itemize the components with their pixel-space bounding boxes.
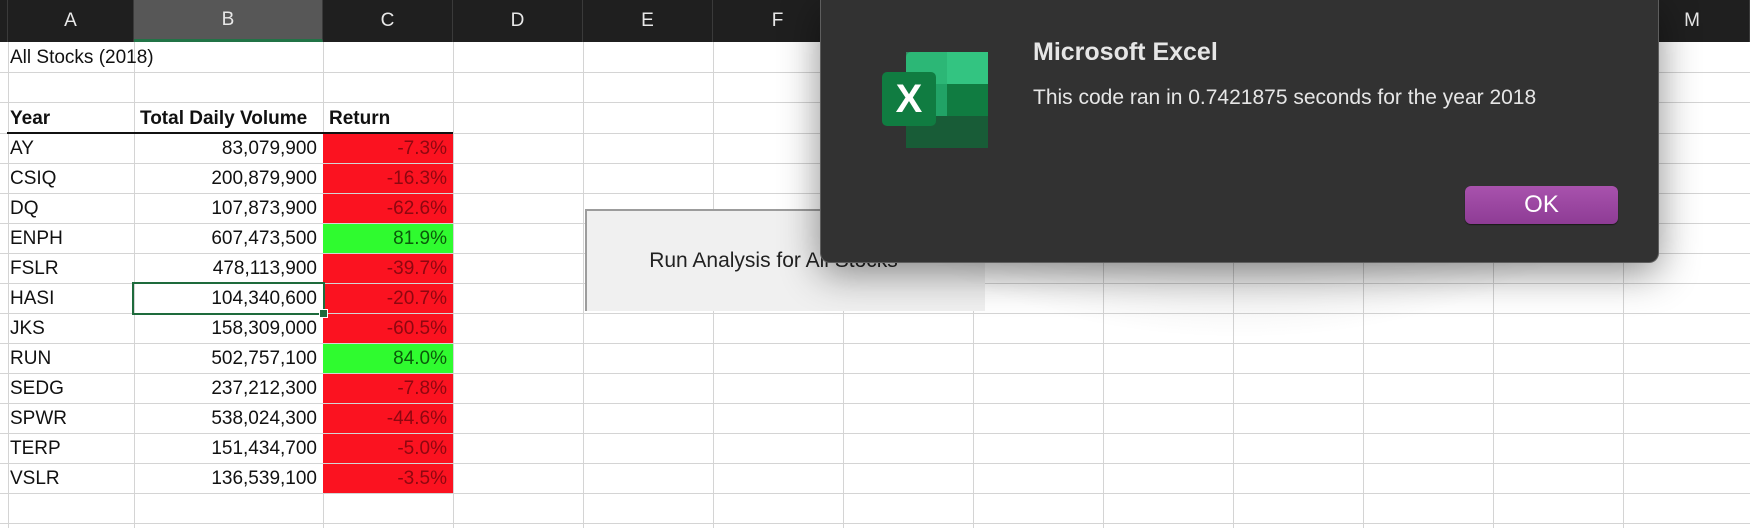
column-header-e[interactable]: E [583, 0, 713, 42]
ok-button[interactable]: OK [1465, 186, 1618, 224]
column-header-row-corner [0, 0, 8, 42]
ticker-cell[interactable]: ENPH [4, 224, 134, 253]
return-cell[interactable]: -3.5% [323, 464, 453, 493]
return-cell[interactable]: -7.8% [323, 374, 453, 403]
volume-cell[interactable]: 158,309,000 [134, 314, 323, 343]
column-header-b[interactable]: B [134, 0, 323, 42]
grid-line [0, 493, 1750, 494]
ticker-cell[interactable]: CSIQ [4, 164, 134, 193]
volume-cell[interactable]: 478,113,900 [134, 254, 323, 283]
column-header-e-label: E [641, 10, 654, 31]
return-cell[interactable]: -16.3% [323, 164, 453, 193]
header-cell-volume[interactable]: Total Daily Volume [134, 104, 323, 133]
column-header-c-label: C [380, 10, 395, 31]
sheet-title-cell[interactable]: All Stocks (2018) [4, 43, 304, 72]
ticker-cell[interactable]: FSLR [4, 254, 134, 283]
ticker-cell[interactable]: SEDG [4, 374, 134, 403]
column-header-a[interactable]: A [8, 0, 134, 42]
volume-cell[interactable]: 502,757,100 [134, 344, 323, 373]
column-header-m-label: M [1684, 10, 1700, 31]
alert-dialog: X Microsoft Excel This code ran in 0.742… [820, 0, 1659, 263]
dialog-message: This code ran in 0.7421875 seconds for t… [1033, 86, 1537, 109]
header-cell-return[interactable]: Return [323, 104, 453, 133]
column-header-d[interactable]: D [453, 0, 583, 42]
ticker-cell[interactable]: DQ [4, 194, 134, 223]
header-cell-ticker[interactable]: Year [4, 104, 134, 133]
return-cell[interactable]: -5.0% [323, 434, 453, 463]
volume-cell[interactable]: 237,212,300 [134, 374, 323, 403]
return-cell[interactable]: -7.3% [323, 134, 453, 163]
volume-cell[interactable]: 538,024,300 [134, 404, 323, 433]
volume-cell[interactable]: 107,873,900 [134, 194, 323, 223]
ticker-cell[interactable]: JKS [4, 314, 134, 343]
ok-button-label: OK [1524, 191, 1559, 218]
volume-cell[interactable]: 151,434,700 [134, 434, 323, 463]
ticker-cell[interactable]: VSLR [4, 464, 134, 493]
column-header-c[interactable]: C [323, 0, 453, 42]
grid-line [583, 42, 584, 528]
return-cell[interactable]: -60.5% [323, 314, 453, 343]
volume-cell[interactable]: 83,079,900 [134, 134, 323, 163]
dialog-title: Microsoft Excel [1033, 38, 1218, 66]
fill-handle[interactable] [319, 309, 328, 318]
grid-line [0, 523, 1750, 524]
excel-icon: X [882, 52, 988, 148]
return-cell[interactable]: -62.6% [323, 194, 453, 223]
volume-cell[interactable]: 136,539,100 [134, 464, 323, 493]
return-cell[interactable]: 84.0% [323, 344, 453, 373]
return-cell[interactable]: -39.7% [323, 254, 453, 283]
column-header-d-label: D [510, 10, 525, 31]
grid-line [453, 42, 454, 528]
active-cell-outline [132, 282, 325, 315]
column-header-f-label: F [771, 10, 784, 31]
ticker-cell[interactable]: HASI [4, 284, 134, 313]
svg-text:X: X [896, 77, 923, 121]
ticker-cell[interactable]: AY [4, 134, 134, 163]
return-cell[interactable]: 81.9% [323, 224, 453, 253]
ticker-cell[interactable]: SPWR [4, 404, 134, 433]
return-cell[interactable]: -44.6% [323, 404, 453, 433]
column-header-a-label: A [64, 10, 77, 31]
volume-cell[interactable]: 200,879,900 [134, 164, 323, 193]
ticker-cell[interactable]: RUN [4, 344, 134, 373]
volume-cell[interactable]: 607,473,500 [134, 224, 323, 253]
return-cell[interactable]: -20.7% [323, 284, 453, 313]
ticker-cell[interactable]: TERP [4, 434, 134, 463]
column-header-b-label: B [221, 8, 235, 30]
